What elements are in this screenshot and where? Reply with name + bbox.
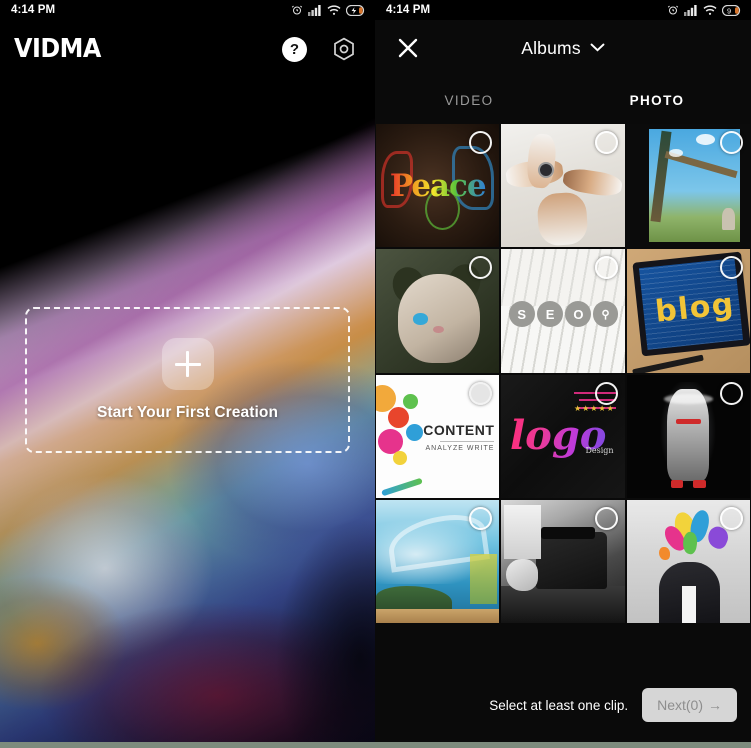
selection-circle[interactable] bbox=[469, 381, 493, 405]
bottom-nav-strip bbox=[0, 742, 751, 748]
add-plus-button[interactable] bbox=[161, 338, 214, 390]
peace-caption: Peace bbox=[389, 167, 487, 204]
grid-item-blog-tablet[interactable]: blog bbox=[626, 249, 750, 373]
content-subcaption: ANALYZE WRITE bbox=[425, 444, 495, 452]
status-bar-left: 4:14 PM bbox=[0, 0, 375, 20]
grid-item-ocean-wave-painting[interactable] bbox=[376, 500, 500, 624]
album-title: Albums bbox=[521, 37, 581, 58]
wifi-icon bbox=[703, 4, 717, 16]
app-screen: 4:14 PM VIDMA ? Start Your First Creatio… bbox=[0, 0, 751, 748]
seo-letter-e: E bbox=[537, 301, 563, 328]
app-bar: VIDMA ? bbox=[0, 20, 375, 78]
gear-icon[interactable] bbox=[331, 36, 357, 62]
grid-item-content-infographic[interactable]: CONTENT ANALYZE WRITE bbox=[376, 374, 500, 499]
battery-charging-icon bbox=[346, 4, 366, 16]
wifi-icon bbox=[327, 4, 341, 16]
grid-item-siamese-cat[interactable] bbox=[376, 249, 500, 373]
logo-subcaption: Design bbox=[585, 446, 614, 456]
app-bar-actions: ? bbox=[282, 36, 357, 62]
picker-footer: Select at least one clip. Next(0) → bbox=[375, 688, 751, 748]
tab-video[interactable]: VIDEO bbox=[375, 76, 563, 124]
tab-photo[interactable]: PHOTO bbox=[563, 76, 751, 124]
grid-item-logo-design-art[interactable]: logo ★★★★★ Design bbox=[501, 374, 625, 499]
selection-circle[interactable] bbox=[720, 507, 743, 531]
grid-item-hands-together-team[interactable] bbox=[501, 124, 625, 248]
selection-circle[interactable] bbox=[594, 131, 618, 154]
signal-icon bbox=[684, 4, 698, 16]
close-icon[interactable] bbox=[393, 33, 423, 63]
grid-item-vintage-typewriter[interactable] bbox=[501, 500, 625, 624]
selection-circle[interactable] bbox=[594, 381, 618, 405]
selection-circle[interactable] bbox=[594, 507, 618, 531]
status-time-right: 4:14 PM bbox=[386, 4, 431, 16]
media-picker-panel: 4:14 PM 9 Albums VIDEO PHOTO Peace S E O… bbox=[375, 0, 751, 748]
start-creation-dashed-box[interactable]: Start Your First Creation bbox=[25, 307, 350, 453]
chevron-down-icon bbox=[590, 39, 605, 57]
status-time: 4:14 PM bbox=[11, 4, 56, 16]
next-button-label: Next(0) bbox=[657, 697, 703, 713]
selection-circle[interactable] bbox=[720, 381, 743, 405]
start-creation-area[interactable]: Start Your First Creation bbox=[25, 307, 350, 453]
next-button[interactable]: Next(0) → bbox=[642, 688, 737, 722]
start-creation-label: Start Your First Creation bbox=[96, 404, 279, 421]
vidma-logo: VIDMA bbox=[14, 34, 101, 64]
content-caption: CONTENT bbox=[423, 421, 495, 438]
selection-circle[interactable] bbox=[594, 256, 618, 280]
grid-item-superhero-figure[interactable] bbox=[626, 374, 750, 499]
grid-item-seo-blocks-keyboard[interactable]: S E O ⚲ bbox=[501, 249, 625, 373]
arrow-right-icon: → bbox=[708, 697, 722, 713]
grid-item-creative-mind-explosion[interactable] bbox=[626, 500, 750, 624]
grid-item-peace-graffiti-art[interactable]: Peace bbox=[376, 124, 500, 248]
battery-charging-icon: 9 bbox=[722, 4, 742, 16]
status-icons bbox=[291, 4, 366, 16]
alarm-icon bbox=[667, 4, 679, 16]
selection-circle[interactable] bbox=[720, 131, 743, 154]
help-icon[interactable]: ? bbox=[282, 36, 307, 62]
status-icons-right: 9 bbox=[667, 4, 742, 16]
plus-icon bbox=[174, 351, 201, 377]
rating-stars-icon: ★★★★★ bbox=[573, 404, 615, 414]
grid-item-blue-sky-landscape[interactable] bbox=[626, 124, 750, 248]
picker-header: Albums bbox=[375, 20, 751, 76]
battery-level-text: 9 bbox=[727, 6, 731, 15]
photo-grid: Peace S E O ⚲ blog CONTENT ANALYZE WRITE… bbox=[375, 124, 751, 624]
signal-icon bbox=[308, 4, 322, 16]
alarm-icon bbox=[291, 4, 303, 16]
seo-letter-s: S bbox=[508, 301, 535, 328]
selection-hint: Select at least one clip. bbox=[489, 697, 629, 713]
status-bar-right: 4:14 PM 9 bbox=[375, 0, 751, 20]
media-type-tabs: VIDEO PHOTO bbox=[375, 76, 751, 124]
help-icon-glyph: ? bbox=[289, 40, 300, 58]
vidma-home-panel: 4:14 PM VIDMA ? Start Your First Creatio… bbox=[0, 0, 375, 748]
album-selector[interactable]: Albums bbox=[521, 38, 605, 59]
